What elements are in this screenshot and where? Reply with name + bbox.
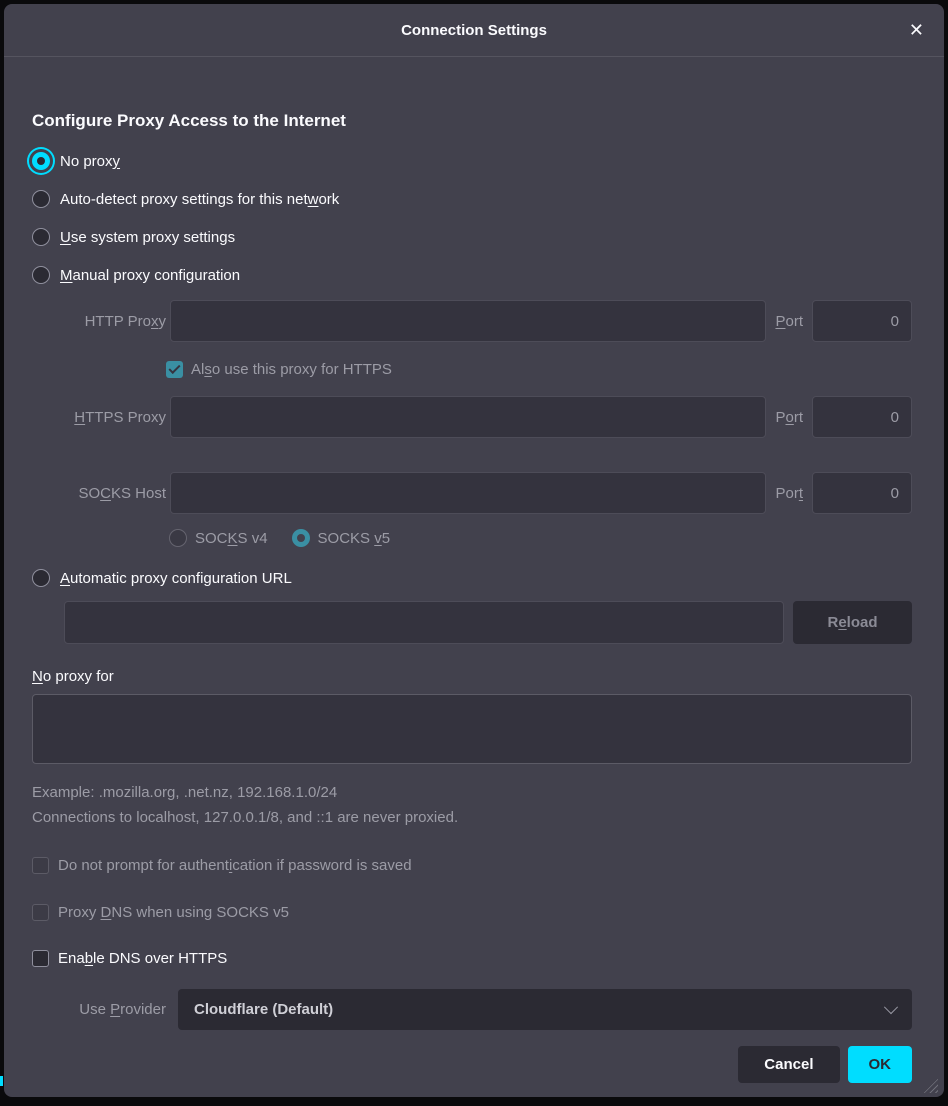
radio-label: Manual proxy configuration — [60, 267, 240, 284]
radio-option-automatic-url[interactable]: Automatic proxy configuration URL — [32, 564, 912, 592]
auto-url-row: Reload — [64, 601, 912, 644]
dialog-content: Configure Proxy Access to the Internet N… — [4, 57, 944, 1097]
checkbox-icon — [32, 950, 49, 967]
reload-button[interactable]: Reload — [793, 601, 912, 644]
dialog-footer: Cancel OK — [32, 1046, 912, 1083]
radio-label: Auto-detect proxy settings for this netw… — [60, 191, 339, 208]
radio-icon — [32, 228, 50, 246]
radio-icon — [32, 190, 50, 208]
checkbox-no-prompt-auth[interactable]: Do not prompt for authentication if pass… — [32, 853, 912, 877]
socks-v4-radio-icon[interactable] — [169, 529, 187, 547]
https-proxy-label: HTTPS Proxy — [32, 409, 166, 426]
no-proxy-example-text: Example: .mozilla.org, .net.nz, 192.168.… — [32, 783, 912, 803]
socks-v4-label: SOCKS v4 — [195, 530, 268, 547]
socks-host-row: SOCKS Host Port — [32, 472, 912, 514]
section-heading: Configure Proxy Access to the Internet — [32, 109, 912, 132]
socks-v5-radio-selected-icon[interactable] — [292, 529, 310, 547]
connection-settings-dialog: Connection Settings ✕ Configure Proxy Ac… — [4, 4, 944, 1097]
screen-background: Connection Settings ✕ Configure Proxy Ac… — [0, 0, 948, 1106]
no-proxy-for-textarea[interactable] — [32, 694, 912, 764]
socks-port-input[interactable] — [812, 472, 912, 514]
socks-v5-label: SOCKS v5 — [318, 530, 391, 547]
radio-option-no-proxy[interactable]: No proxy — [32, 147, 912, 175]
checkbox-icon — [32, 857, 49, 874]
close-icon[interactable]: ✕ — [909, 18, 924, 42]
provider-row: Use Provider Cloudflare (Default) — [32, 989, 912, 1030]
chevron-down-icon — [884, 1000, 898, 1014]
https-port-input[interactable] — [812, 396, 912, 438]
checkbox-label: Enable DNS over HTTPS — [58, 950, 227, 967]
checkbox-label: Proxy DNS when using SOCKS v5 — [58, 904, 289, 921]
radio-label: No proxy — [60, 153, 120, 170]
use-provider-label: Use Provider — [32, 1001, 166, 1018]
socks-version-row: SOCKS v4 SOCKS v5 — [169, 527, 912, 549]
radio-icon — [32, 266, 50, 284]
dialog-title: Connection Settings — [401, 22, 547, 39]
http-proxy-row: HTTP Proxy Port — [32, 300, 912, 342]
provider-dropdown-value: Cloudflare (Default) — [194, 1001, 886, 1018]
checkbox-enable-doh[interactable]: Enable DNS over HTTPS — [32, 946, 912, 970]
http-port-label: Port — [775, 313, 803, 330]
also-https-label: Also use this proxy for HTTPS — [191, 361, 392, 378]
checkbox-checked-icon — [166, 361, 183, 378]
auto-url-input[interactable] — [64, 601, 784, 644]
https-proxy-row: HTTPS Proxy Port — [32, 396, 912, 438]
radio-label: Use system proxy settings — [60, 229, 235, 246]
https-port-label: Port — [775, 409, 803, 426]
also-https-checkbox-row[interactable]: Also use this proxy for HTTPS — [166, 358, 912, 380]
radio-icon — [32, 569, 50, 587]
https-proxy-input[interactable] — [170, 396, 766, 438]
ok-button[interactable]: OK — [848, 1046, 913, 1083]
no-proxy-for-label: No proxy for — [32, 666, 912, 686]
http-port-input[interactable] — [812, 300, 912, 342]
socks-host-input[interactable] — [170, 472, 766, 514]
radio-option-manual-proxy[interactable]: Manual proxy configuration — [32, 261, 912, 289]
cancel-button[interactable]: Cancel — [738, 1046, 839, 1083]
http-proxy-label: HTTP Proxy — [32, 313, 166, 330]
radio-selected-icon — [32, 152, 50, 170]
dialog-titlebar: Connection Settings ✕ — [4, 4, 944, 57]
socks-host-label: SOCKS Host — [32, 485, 166, 502]
socks-port-label: Port — [775, 485, 803, 502]
checkbox-label: Do not prompt for authentication if pass… — [58, 857, 412, 874]
localhost-note-text: Connections to localhost, 127.0.0.1/8, a… — [32, 808, 912, 828]
radio-label: Automatic proxy configuration URL — [60, 570, 292, 587]
radio-option-system-proxy[interactable]: Use system proxy settings — [32, 223, 912, 251]
provider-dropdown[interactable]: Cloudflare (Default) — [178, 989, 912, 1030]
http-proxy-input[interactable] — [170, 300, 766, 342]
checkbox-proxy-dns-socks5[interactable]: Proxy DNS when using SOCKS v5 — [32, 900, 912, 924]
checkbox-icon — [32, 904, 49, 921]
radio-option-auto-detect[interactable]: Auto-detect proxy settings for this netw… — [32, 185, 912, 213]
background-page-artifact — [0, 1076, 3, 1086]
